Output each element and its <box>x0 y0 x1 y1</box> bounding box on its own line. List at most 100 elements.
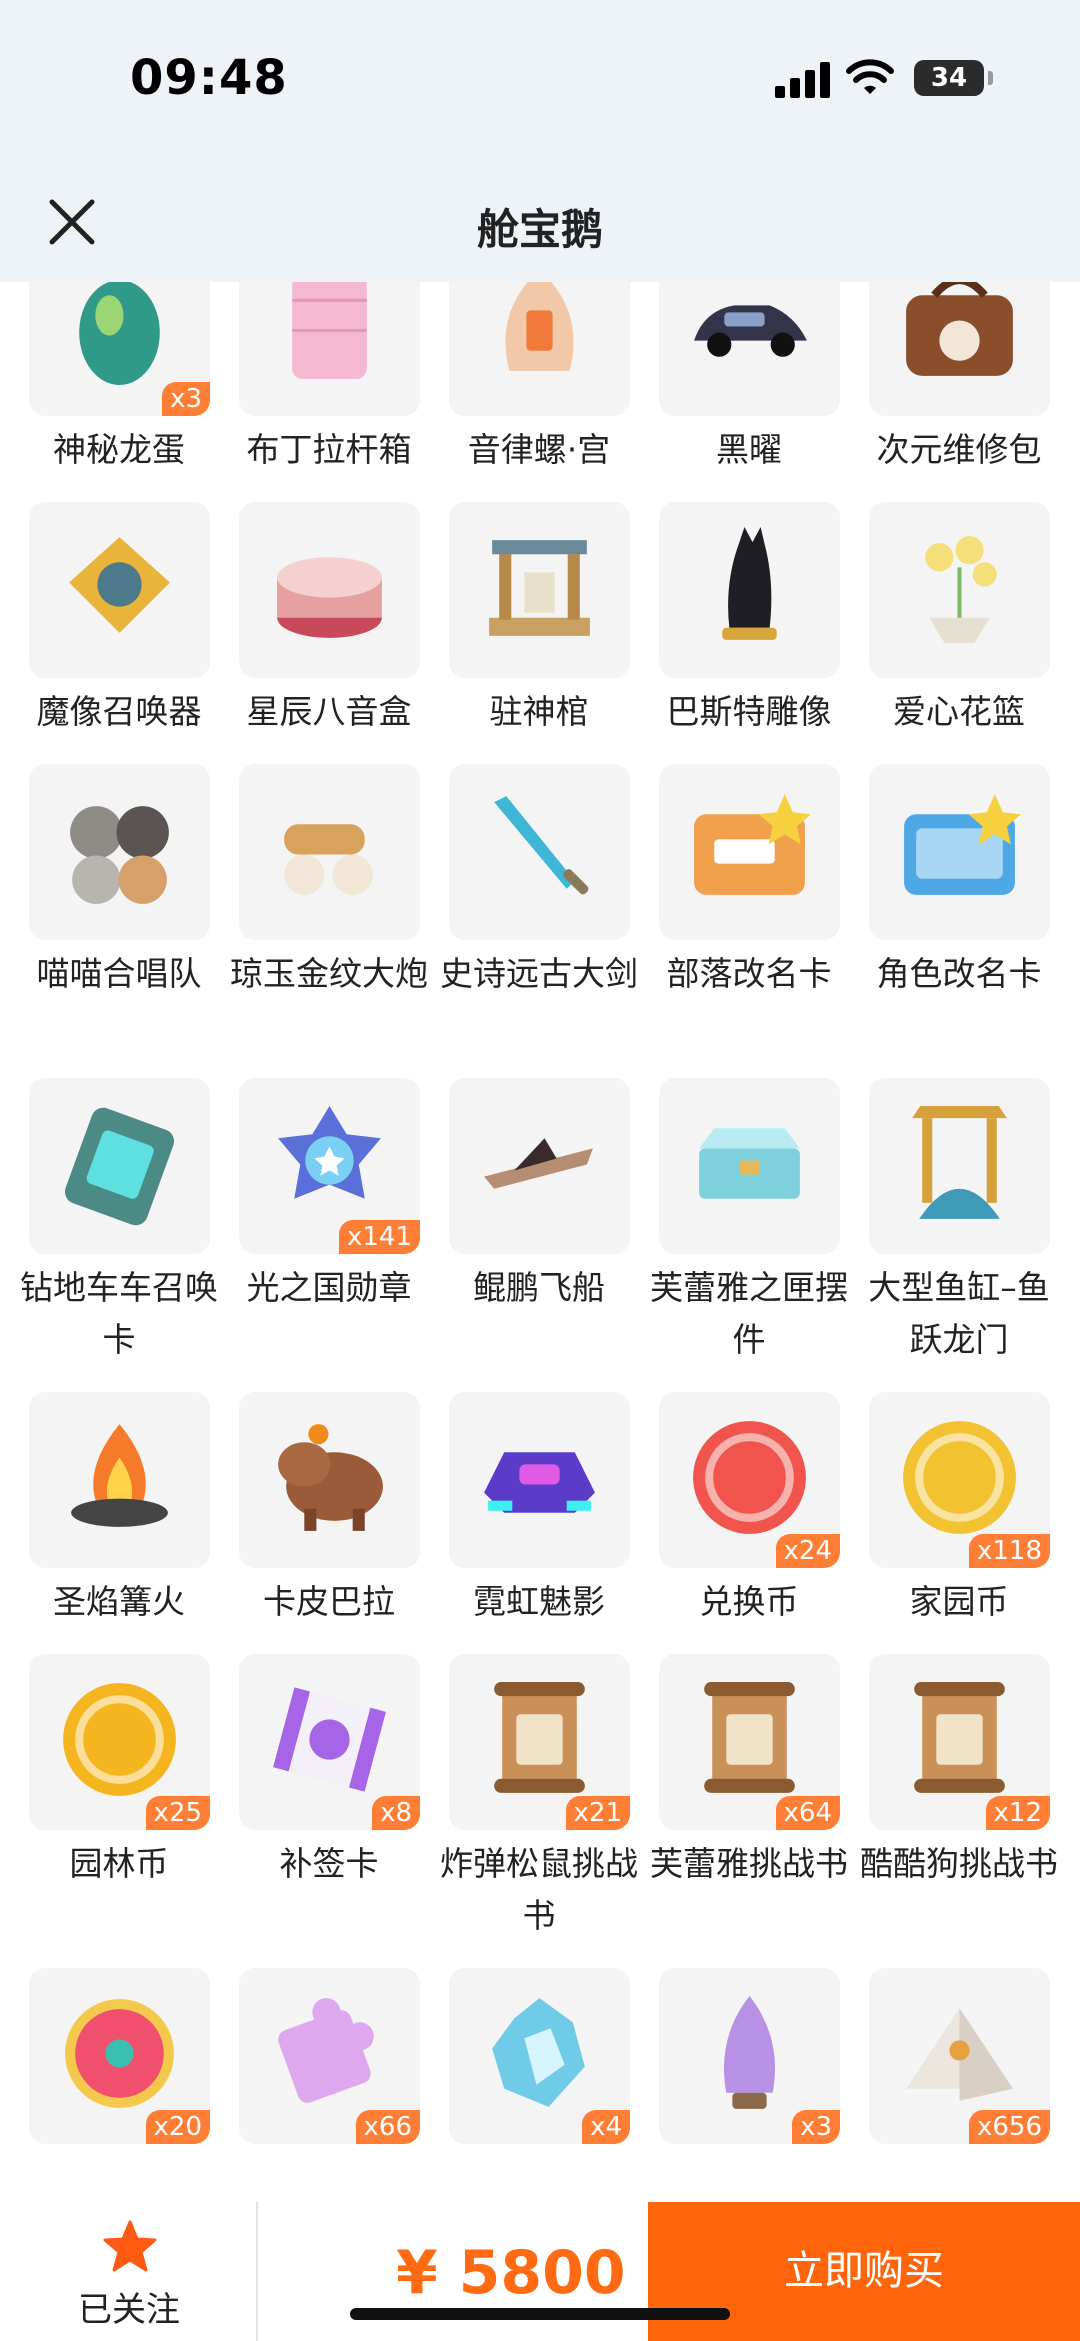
item-tile[interactable] <box>449 282 630 416</box>
item-tile[interactable]: x64 <box>659 1654 840 1830</box>
item-tile[interactable]: x24 <box>659 1392 840 1568</box>
coin-icon <box>63 1683 176 1796</box>
aquarium-icon <box>912 1106 1007 1219</box>
item-tile[interactable] <box>869 1078 1050 1254</box>
item-tile[interactable]: x3 <box>29 282 210 416</box>
item-name: 驻神棺 <box>489 692 589 731</box>
item-tile[interactable] <box>869 502 1050 678</box>
home-indicator <box>350 2308 730 2320</box>
item-tile[interactable]: x3 <box>659 1968 840 2144</box>
item-tile[interactable] <box>869 282 1050 416</box>
item-name: 芙蕾雅挑战书 <box>650 1844 848 1883</box>
flower-plaque-icon <box>65 1999 174 2108</box>
bonfire-icon <box>71 1424 168 1527</box>
quantity-badge: x64 <box>775 1796 840 1830</box>
sword-icon <box>494 796 589 895</box>
item-tile[interactable]: x25 <box>29 1654 210 1830</box>
page-title: 舱宝鹅 <box>476 205 603 254</box>
item-name: 光之国勋章 <box>246 1268 412 1307</box>
item-name: 霓虹魅影 <box>473 1582 605 1621</box>
item-tile[interactable] <box>29 502 210 678</box>
quantity-badge: x3 <box>792 2110 840 2144</box>
item-tile[interactable]: x21 <box>449 1654 630 1830</box>
quantity-badge: x4 <box>582 2110 630 2144</box>
item-tile[interactable] <box>239 282 420 416</box>
car-icon <box>694 305 807 357</box>
item-name: 史诗远古大剑 <box>440 954 638 993</box>
item-tile[interactable] <box>659 1078 840 1254</box>
item-tile[interactable]: x141 <box>239 1078 420 1254</box>
battery-icon: 34 <box>914 60 993 96</box>
item-tile[interactable] <box>29 1392 210 1568</box>
item-tile[interactable] <box>659 764 840 940</box>
medal-icon <box>278 1106 381 1199</box>
item-tile[interactable] <box>239 764 420 940</box>
bottom-action-bar: 已关注 ¥ 5800 立即购买 <box>0 2202 1080 2341</box>
item-tile[interactable]: x8 <box>239 1654 420 1830</box>
item-tile[interactable]: x4 <box>449 1968 630 2144</box>
dragon-egg-icon <box>79 282 160 385</box>
neon-car-icon <box>484 1452 595 1513</box>
item-tile[interactable] <box>29 764 210 940</box>
rename-card-icon <box>694 794 811 895</box>
item-name: 炸弹松鼠挑战书 <box>440 1844 638 1935</box>
follow-label: 已关注 <box>78 2290 180 2330</box>
item-tile[interactable]: x656 <box>869 1968 1050 2144</box>
follow-button[interactable]: 已关注 <box>0 2202 258 2341</box>
item-name: 部落改名卡 <box>666 954 832 993</box>
item-grid: x3 神秘龙蛋 布丁拉杆箱 音律螺·宫 黑曜 次元维修包 魔像召唤器 星辰八音盒 驻神棺 巴斯特雕… <box>0 282 1080 2202</box>
item-name: 圣焰篝火 <box>53 1582 185 1621</box>
quantity-badge: x25 <box>145 1796 210 1830</box>
coin-icon <box>903 1421 1016 1534</box>
item-tile[interactable] <box>659 282 840 416</box>
item-tile[interactable] <box>449 502 630 678</box>
item-name: 大型鱼缸–鱼跃龙门 <box>868 1268 1050 1359</box>
item-tile[interactable]: x118 <box>869 1392 1050 1568</box>
item-name: 芙蕾雅之匣摆件 <box>650 1268 848 1359</box>
repair-bag-icon <box>906 282 1013 376</box>
buy-now-button[interactable]: 立即购买 <box>648 2202 1080 2341</box>
item-tile[interactable] <box>449 1392 630 1568</box>
hyacinth-icon <box>723 1996 776 2109</box>
item-tile[interactable] <box>869 764 1050 940</box>
item-name: 园林币 <box>69 1844 169 1883</box>
quantity-badge: x3 <box>162 382 210 416</box>
item-name: 鲲鹏飞船 <box>473 1268 605 1307</box>
item-name: 角色改名卡 <box>876 954 1042 993</box>
quantity-badge: x21 <box>565 1796 630 1830</box>
item-tile[interactable]: x12 <box>869 1654 1050 1830</box>
item-name: 卡皮巴拉 <box>263 1582 395 1621</box>
price-value: ¥ 5800 <box>396 2238 626 2308</box>
item-name: 布丁拉杆箱 <box>246 430 412 469</box>
wanted-scroll-icon <box>494 1682 585 1793</box>
item-tile[interactable] <box>239 1392 420 1568</box>
wanted-scroll-icon <box>914 1682 1005 1793</box>
quantity-badge: x118 <box>968 1534 1050 1568</box>
item-tile[interactable] <box>449 764 630 940</box>
white-pyramid-icon <box>906 2008 1013 2101</box>
ticket-icon <box>273 1687 386 1792</box>
signal-icon <box>775 62 831 98</box>
quantity-badge: x24 <box>775 1534 840 1568</box>
quantity-badge: x141 <box>338 1220 420 1254</box>
item-tile[interactable] <box>659 502 840 678</box>
box-icon <box>699 1128 800 1199</box>
item-name: 黑曜 <box>716 430 782 469</box>
cannon-icon <box>284 824 373 895</box>
wifi-icon <box>846 59 894 94</box>
golem-summoner-icon <box>69 537 170 633</box>
item-tile[interactable]: x66 <box>239 1968 420 2144</box>
music-box-icon <box>277 557 382 638</box>
item-tile[interactable] <box>449 1078 630 1254</box>
item-name: 次元维修包 <box>876 430 1042 469</box>
item-name: 巴斯特雕像 <box>666 692 832 731</box>
capybara-icon <box>278 1424 383 1531</box>
quantity-badge: x20 <box>145 2110 210 2144</box>
quantity-badge: x12 <box>985 1796 1050 1830</box>
item-tile[interactable] <box>29 1078 210 1254</box>
item-tile[interactable] <box>239 502 420 678</box>
item-tile[interactable]: x20 <box>29 1968 210 2144</box>
conch-icon <box>505 282 574 371</box>
flower-basket-icon <box>925 536 997 643</box>
role-rename-card-icon <box>904 794 1021 895</box>
